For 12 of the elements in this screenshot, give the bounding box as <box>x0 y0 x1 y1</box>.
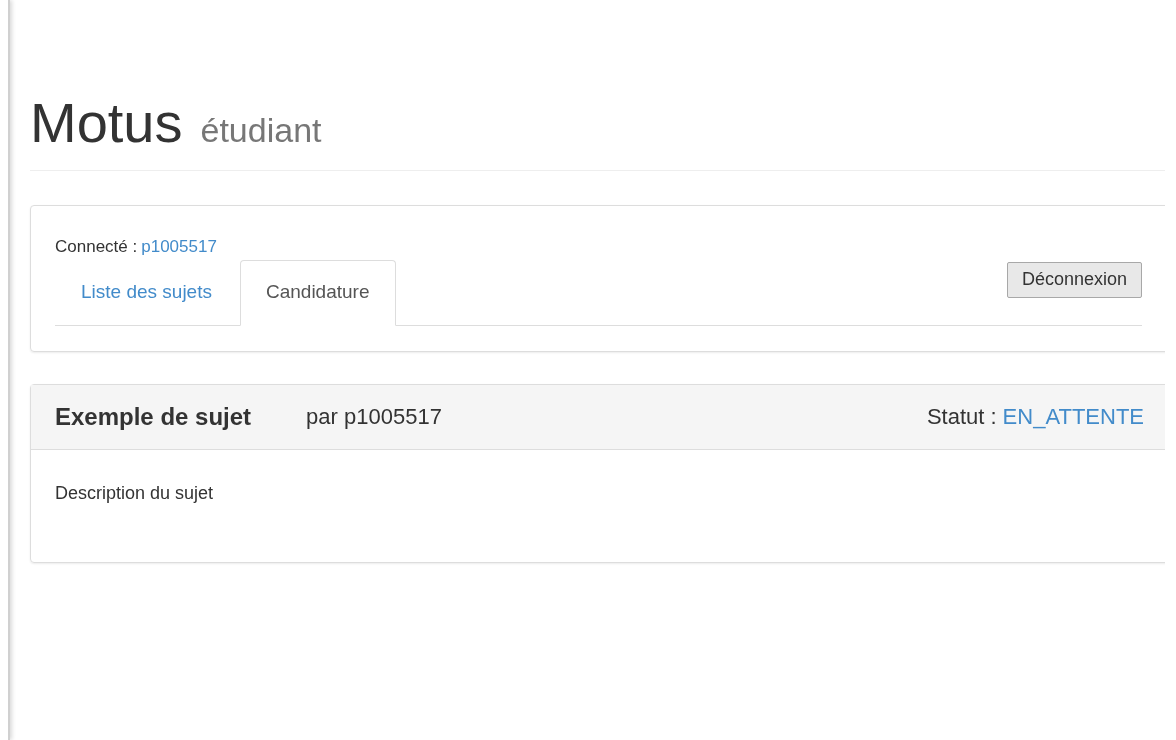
page-title: Motus <box>30 92 183 154</box>
logout-button[interactable]: Déconnexion <box>1006 261 1142 298</box>
subject-title: Exemple de sujet <box>55 401 252 432</box>
subject-description: Description du sujet <box>54 481 215 505</box>
tab[interactable]: Candidature <box>239 259 396 326</box>
status-label: Statut : <box>926 403 997 431</box>
session-label: Connecté : <box>55 236 138 258</box>
user-link[interactable]: p1005517 <box>141 234 217 260</box>
status-value: EN_ATTENTE <box>1002 403 1144 431</box>
subject-author: par p1005517 <box>306 403 442 431</box>
page-subtitle: étudiant <box>200 110 322 151</box>
tab[interactable]: Liste des sujets <box>55 260 238 325</box>
